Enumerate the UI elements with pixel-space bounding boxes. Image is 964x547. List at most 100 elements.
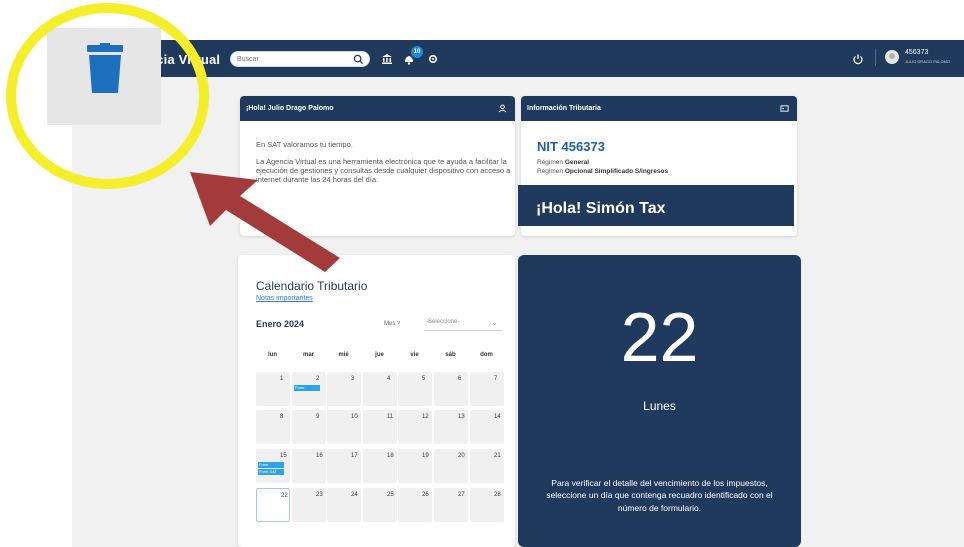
weekday-header: sáb [445, 352, 456, 358]
calendar-day[interactable]: 11 [363, 410, 397, 444]
calendar-day[interactable]: 23 [292, 488, 326, 522]
id-card-icon[interactable] [780, 104, 789, 113]
calendar-day[interactable]: 6 [434, 372, 468, 406]
calendar-day[interactable]: 12 [398, 410, 432, 444]
notes-link[interactable]: Notas importantes [256, 295, 313, 302]
selected-weekday: Lunes [643, 399, 676, 413]
regime-value: General [564, 159, 590, 166]
day-number: 21 [494, 453, 501, 459]
regime-label-2: Régimen [537, 168, 564, 175]
tax-info-header: Información Tributaria [521, 96, 797, 121]
day-number: 6 [458, 376, 462, 382]
arrow-icon [190, 172, 340, 272]
nit-number: NIT 456373 [537, 139, 605, 154]
calendar-day[interactable]: 2 Form [292, 372, 326, 406]
view-label: Mes [384, 321, 396, 327]
calendar-day[interactable]: 13 [434, 410, 468, 444]
day-number: 11 [387, 414, 394, 420]
weekday-header: lun [268, 352, 277, 358]
calendar-day[interactable]: 27 [434, 488, 468, 522]
calendar-day[interactable]: 16 [292, 449, 326, 483]
bank-icon[interactable] [380, 52, 394, 66]
calendar-day[interactable]: 15 Form Form SAT [256, 449, 290, 483]
view-selector[interactable]: Mes ˅ [384, 321, 401, 327]
day-number: 26 [422, 492, 429, 498]
calendar-day[interactable]: 10 [327, 410, 361, 444]
weekday-header: mié [338, 352, 349, 358]
day-number: 23 [316, 492, 323, 498]
settings-icon[interactable] [426, 52, 440, 66]
user-icon[interactable] [498, 104, 507, 113]
tax-info-title: Información Tributaria [527, 105, 601, 112]
calendar-event[interactable]: Form [258, 462, 284, 468]
weekday-header: vie [410, 352, 419, 358]
selected-day-number: 22 [620, 298, 699, 376]
calendar-day[interactable]: 1 [256, 372, 290, 406]
calendar-day[interactable]: 4 [363, 372, 397, 406]
day-number: 15 [280, 453, 287, 459]
calendar-title: Calendario Tributario [256, 279, 368, 293]
day-number: 28 [494, 492, 501, 498]
day-number: 10 [351, 414, 358, 420]
calendar-month: Enero 2024 [256, 319, 305, 329]
day-number: 14 [494, 414, 501, 420]
tax-select-value: -Seleccione- [426, 319, 460, 325]
day-number: 7 [494, 376, 498, 382]
calendar-day[interactable]: 24 [327, 488, 361, 522]
calendar-day[interactable]: 19 [398, 449, 432, 483]
regime-label: Régimen [537, 159, 564, 166]
calendar-event[interactable]: Form SAT [258, 469, 284, 475]
calendar-day[interactable]: 28 [470, 488, 504, 522]
calendar-day[interactable]: 3 [327, 372, 361, 406]
calendar-event[interactable]: Form [294, 385, 320, 391]
calendar-day[interactable]: 5 [398, 372, 432, 406]
day-number: 17 [351, 453, 358, 459]
tax-select[interactable]: -Seleccione- ⌄ [424, 315, 502, 331]
welcome-title: ¡Hola! Julio Drago Palomo [246, 105, 334, 112]
day-panel: 22 Lunes Para verificar el detalle del v… [518, 255, 801, 547]
calendar-day[interactable]: 22 [256, 488, 290, 522]
calendar-day[interactable]: 14 [470, 410, 504, 444]
day-number: 27 [458, 492, 465, 498]
day-number: 1 [280, 376, 284, 382]
calendar-day[interactable]: 21 [470, 449, 504, 483]
day-number: 16 [316, 453, 323, 459]
calendar-day[interactable]: 26 [398, 488, 432, 522]
deadline-note: Para verificar el detalle del vencimient… [546, 478, 773, 513]
day-number: 12 [422, 414, 429, 420]
day-number: 20 [458, 453, 465, 459]
calendar-day[interactable]: 7 [470, 372, 504, 406]
weekday-header: dom [480, 352, 493, 358]
calendar-day[interactable]: 17 [327, 449, 361, 483]
regime-value-2: Opcional Simplificado S/ingresos [564, 168, 669, 175]
regime-line-1: Régimen General [537, 159, 589, 166]
power-icon[interactable] [851, 52, 865, 66]
calendar-day[interactable]: 20 [434, 449, 468, 483]
day-number: 8 [280, 414, 284, 420]
day-number: 9 [316, 414, 320, 420]
weekday-header: mar [302, 352, 314, 358]
calendar-day[interactable]: 8 [256, 410, 290, 444]
day-number: 24 [351, 492, 358, 498]
calendar-day[interactable]: 25 [363, 488, 397, 522]
day-number: 13 [458, 414, 465, 420]
highlight-circle [6, 3, 209, 189]
search-input[interactable] [237, 53, 347, 66]
search-box[interactable] [230, 51, 370, 67]
regime-line-2: Régimen Opcional Simplificado S/ingresos [537, 168, 668, 175]
day-number: 5 [422, 376, 426, 382]
chatbot-banner[interactable]: ¡Hola! Simón Tax [518, 185, 794, 226]
notification-badge: 10 [411, 46, 423, 58]
divider [875, 49, 876, 66]
day-number: 25 [387, 492, 394, 498]
search-icon[interactable] [353, 54, 364, 65]
weekday-header: jue [375, 352, 384, 358]
calendar-day[interactable]: 9 [292, 410, 326, 444]
avatar[interactable] [885, 50, 899, 64]
user-name: JULIO DRAGO PALOMO [905, 59, 951, 64]
chevron-down-icon: ⌄ [491, 318, 498, 327]
day-number: 18 [387, 453, 394, 459]
calendar-day[interactable]: 18 [363, 449, 397, 483]
day-number: 19 [422, 453, 429, 459]
day-number: 4 [387, 376, 391, 382]
